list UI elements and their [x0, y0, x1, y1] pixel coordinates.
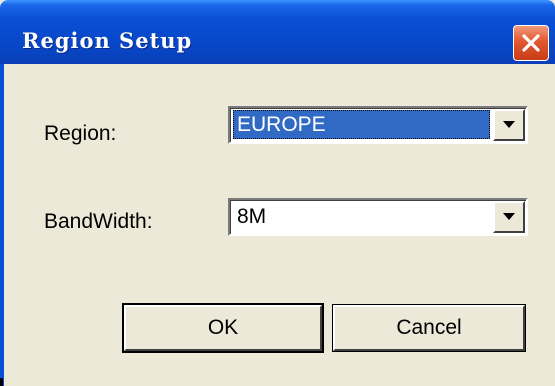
- cancel-button[interactable]: Cancel: [332, 304, 526, 352]
- region-dropdown[interactable]: EUROPE: [228, 106, 528, 144]
- chevron-down-icon: [503, 213, 515, 220]
- bandwidth-label: BandWidth:: [44, 210, 153, 233]
- title-bar[interactable]: Region Setup: [0, 0, 555, 64]
- dialog-title: Region Setup: [22, 28, 193, 53]
- close-button[interactable]: [513, 25, 549, 61]
- bandwidth-selected-value[interactable]: 8M: [233, 202, 490, 231]
- window-edge-mark: [0, 378, 3, 386]
- bandwidth-dropdown-button[interactable]: [493, 201, 525, 233]
- region-selected-value[interactable]: EUROPE: [233, 110, 490, 139]
- region-setup-dialog: Region Setup Region: EUROPE BandWidth: 8…: [0, 0, 555, 386]
- ok-button[interactable]: OK: [122, 303, 324, 353]
- window-left-border: [0, 64, 4, 386]
- bandwidth-dropdown[interactable]: 8M: [228, 198, 528, 236]
- region-label: Region:: [44, 122, 117, 145]
- chevron-down-icon: [503, 121, 515, 128]
- region-dropdown-button[interactable]: [493, 109, 525, 141]
- close-icon: [522, 34, 540, 52]
